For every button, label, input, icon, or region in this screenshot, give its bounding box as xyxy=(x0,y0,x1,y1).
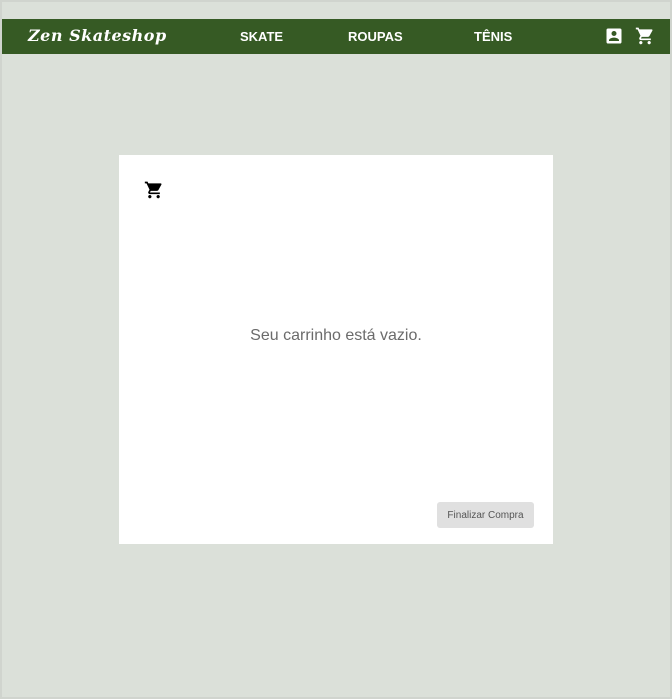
nav-tenis[interactable]: TÊNIS xyxy=(474,29,512,44)
shopping-cart-icon[interactable] xyxy=(635,26,655,46)
checkout-button[interactable]: Finalizar Compra xyxy=(437,502,534,528)
account-box-icon[interactable] xyxy=(604,26,624,46)
nav-roupas[interactable]: ROUPAS xyxy=(348,29,403,44)
cart-panel: Seu carrinho está vazio. Finalizar Compr… xyxy=(119,155,553,544)
cart-icon xyxy=(144,180,164,200)
brand-logo[interactable]: Zen Skateshop xyxy=(28,26,167,45)
nav-skate[interactable]: SKATE xyxy=(240,29,283,44)
empty-cart-message: Seu carrinho está vazio. xyxy=(250,327,422,344)
navbar: Zen Skateshop SKATE ROUPAS TÊNIS xyxy=(2,19,670,54)
